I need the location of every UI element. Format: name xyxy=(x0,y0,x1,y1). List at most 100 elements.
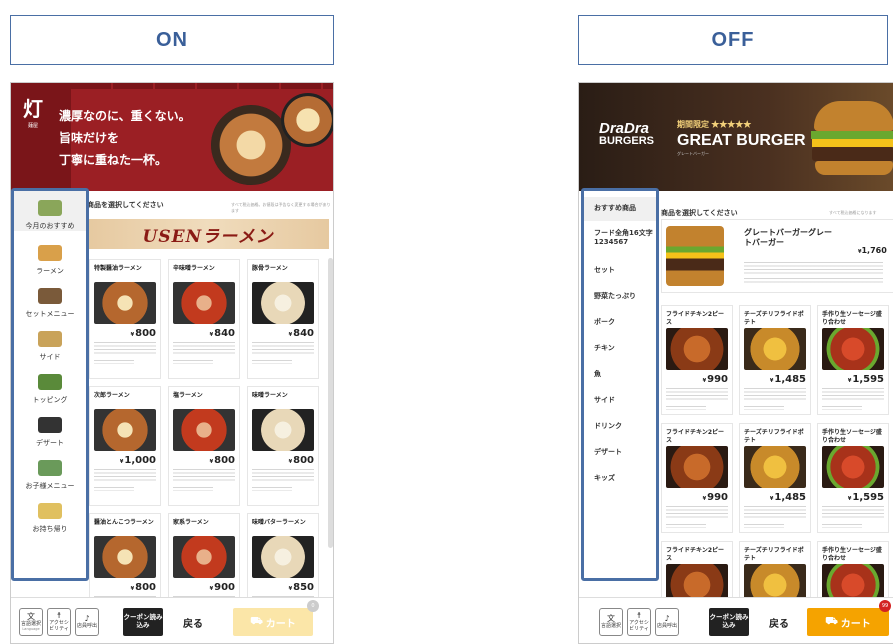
product-name: チーズチリフライドポテト xyxy=(744,311,804,326)
product-image xyxy=(744,446,806,488)
nav-item-right[interactable]: ポーク xyxy=(584,311,656,335)
product-allergens xyxy=(173,487,213,491)
nav-item[interactable]: ラーメン xyxy=(14,236,86,276)
call-staff-label-right: 店員呼出 xyxy=(656,623,677,629)
nav-item[interactable]: お持ち帰り xyxy=(14,494,86,534)
cart-badge: 0 xyxy=(307,600,319,612)
coupon-label: クーポン読み込み xyxy=(123,613,163,629)
product-card[interactable]: 手作り生ソーセージ盛り合わせ ¥1,595 xyxy=(817,305,889,415)
product-card[interactable]: チーズチリフライドポテト ¥1,485 xyxy=(739,423,811,533)
call-staff-label: 店員呼出 xyxy=(76,623,97,629)
nav-item-right[interactable]: デザート xyxy=(584,441,656,465)
product-price: ¥1,000 xyxy=(120,455,156,466)
cart-button[interactable]: ⛟ カート xyxy=(233,608,313,636)
product-card[interactable]: フライドチキン2ピース ¥990 xyxy=(661,305,733,415)
price-value: 800 xyxy=(293,455,314,466)
call-staff-button[interactable]: ♪ 店員呼出 xyxy=(75,608,99,636)
promo-small: 期間限定 ★★★★★ xyxy=(677,120,752,129)
language-label-right: 言語選択 xyxy=(600,623,621,629)
nav-item-right[interactable]: 野菜たっぷり xyxy=(584,285,656,309)
logo-char: 灯 xyxy=(23,97,43,121)
bottom-bar-right: 文 言語選択 ☨ アクセシビリティ ♪ 店員呼出 クーポン読み込み 戻る ⛟ カー… xyxy=(579,597,893,643)
feature-banner[interactable]: USENラーメン xyxy=(87,219,329,249)
nav-item-right[interactable]: キッズ xyxy=(584,467,656,491)
product-card[interactable]: 辛味噌ラーメン ¥840 xyxy=(168,259,240,379)
product-price: ¥1,595 xyxy=(848,374,884,385)
back-button-right[interactable]: 戻る xyxy=(759,608,799,636)
ramen-banner: 灯 麺屋 濃厚なのに、重くない。 旨味だけを 丁寧に重ねた一杯。 xyxy=(11,83,333,191)
nav-item-right[interactable]: チキン xyxy=(584,337,656,361)
nav-item[interactable]: セットメニュー xyxy=(14,279,86,319)
nav-item[interactable]: サイド xyxy=(14,322,86,362)
nav-item[interactable]: トッピング xyxy=(14,365,86,405)
header-off: OFF xyxy=(578,15,888,65)
cart-label-right: カート xyxy=(840,618,871,630)
currency-symbol: ¥ xyxy=(769,378,774,384)
price-value: 1,595 xyxy=(852,492,884,503)
price-value: 990 xyxy=(707,374,728,385)
select-prompt-right: 商品を選択してください xyxy=(661,209,738,217)
currency-symbol: ¥ xyxy=(288,586,293,592)
coupon-button-right[interactable]: クーポン読み込み xyxy=(709,608,749,636)
nav-item-right[interactable]: セット xyxy=(584,259,656,283)
product-name: 特製醤油ラーメン xyxy=(94,265,142,272)
nav-label-right: ドリンク xyxy=(594,422,622,431)
product-card[interactable]: 特製醤油ラーメン ¥800 xyxy=(89,259,161,379)
nav-item-right[interactable]: フード全角16文字1234567 xyxy=(584,219,656,257)
product-card[interactable]: フライドチキン2ピース ¥990 xyxy=(661,423,733,533)
coupon-button[interactable]: クーポン読み込み xyxy=(123,608,163,636)
product-price: ¥800 xyxy=(131,582,156,593)
product-name: フライドチキン2ピース xyxy=(666,429,724,444)
product-description xyxy=(666,388,728,402)
product-name: 家系ラーメン xyxy=(173,519,209,526)
nav-item-right[interactable]: おすすめ商品 xyxy=(584,197,656,221)
product-card[interactable]: 豚骨ラーメン ¥840 xyxy=(247,259,319,379)
translate-icon: 文 xyxy=(27,611,35,621)
product-image xyxy=(173,409,235,451)
currency-symbol: ¥ xyxy=(847,378,852,384)
product-allergens xyxy=(252,487,292,491)
product-description xyxy=(744,388,806,402)
product-name: チーズチリフライドポテト xyxy=(744,429,804,444)
nav-item-right[interactable]: サイド xyxy=(584,389,656,413)
product-name: 手作り生ソーセージ盛り合わせ xyxy=(822,547,882,562)
language-button[interactable]: 文 言語選択 Language xyxy=(19,608,43,636)
currency-symbol: ¥ xyxy=(130,586,135,592)
nav-item[interactable]: デザート xyxy=(14,408,86,448)
nav-item-right[interactable]: 魚 xyxy=(584,363,656,387)
product-price: ¥990 xyxy=(703,492,728,503)
product-card[interactable]: 次郎ラーメン ¥1,000 xyxy=(89,386,161,506)
currency-symbol: ¥ xyxy=(702,378,707,384)
product-card[interactable]: 味噌ラーメン ¥800 xyxy=(247,386,319,506)
product-image xyxy=(822,446,884,488)
product-name: 次郎ラーメン xyxy=(94,392,130,399)
featured-price-value: 1,760 xyxy=(861,246,887,255)
accessibility-icon: ☨ xyxy=(636,611,642,620)
featured-card[interactable]: グレートバーガーグレートバーガー ¥1,760 xyxy=(661,219,893,293)
scrollbar[interactable] xyxy=(328,258,333,548)
accessibility-button-right[interactable]: ☨ アクセシビリティ xyxy=(627,608,651,636)
nav-item-right[interactable]: ドリンク xyxy=(584,415,656,439)
product-card[interactable]: 手作り生ソーセージ盛り合わせ ¥1,595 xyxy=(817,423,889,533)
product-price: ¥990 xyxy=(703,374,728,385)
language-button-right[interactable]: 文 言語選択 xyxy=(599,608,623,636)
product-card[interactable]: チーズチリフライドポテト ¥1,485 xyxy=(739,305,811,415)
back-label-right: 戻る xyxy=(769,618,789,630)
call-staff-button-right[interactable]: ♪ 店員呼出 xyxy=(655,608,679,636)
product-card[interactable]: 塩ラーメン ¥800 xyxy=(168,386,240,506)
nav-item[interactable]: 今月のおすすめ xyxy=(14,191,86,231)
cart-button-right[interactable]: ⛟ カート xyxy=(807,608,889,636)
coupon-label-right: クーポン読み込み xyxy=(709,613,749,629)
feature-banner-label: USENラーメン xyxy=(142,226,274,247)
product-description xyxy=(666,506,728,520)
accessibility-button[interactable]: ☨ アクセシビリティ xyxy=(47,608,71,636)
nav-label: デザート xyxy=(36,439,64,447)
burger-logo: DraDra BURGERS xyxy=(599,121,654,147)
product-description xyxy=(744,506,806,520)
back-button[interactable]: 戻る xyxy=(173,608,213,636)
price-value: 800 xyxy=(135,582,156,593)
product-description xyxy=(94,342,156,356)
product-description xyxy=(822,506,884,520)
price-value: 900 xyxy=(214,582,235,593)
nav-item[interactable]: お子様メニュー xyxy=(14,451,86,491)
